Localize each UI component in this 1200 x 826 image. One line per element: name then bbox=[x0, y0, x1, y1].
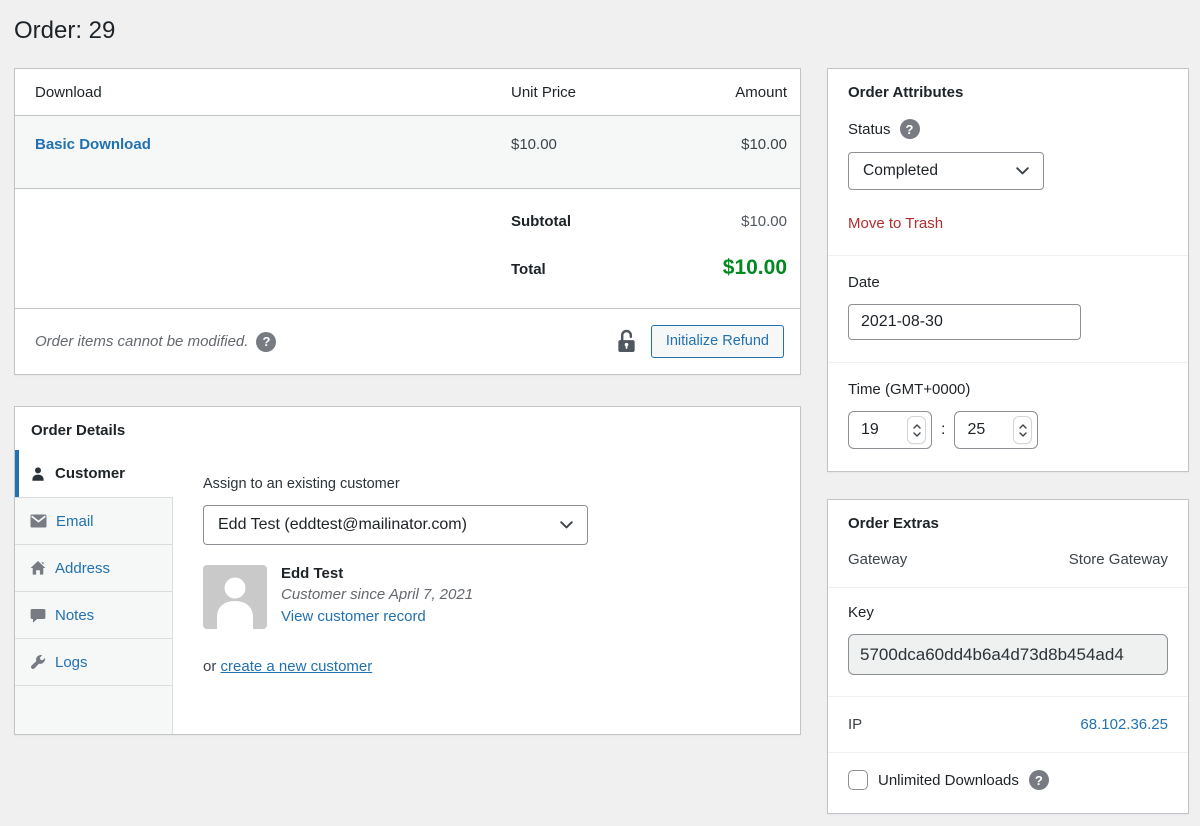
tab-label: Logs bbox=[55, 654, 88, 671]
key-input[interactable] bbox=[848, 634, 1168, 675]
items-table-footer: Order items cannot be modified. ? bbox=[15, 308, 800, 374]
gateway-row: Gateway Store Gateway bbox=[828, 532, 1188, 587]
date-section: Date bbox=[828, 255, 1188, 362]
date-input[interactable] bbox=[848, 304, 1081, 340]
customer-tab-content: Assign to an existing customer Edd Test … bbox=[173, 450, 800, 734]
tab-label: Customer bbox=[55, 465, 125, 482]
customer-card: Edd Test Customer since April 7, 2021 Vi… bbox=[203, 565, 776, 629]
view-customer-record-link[interactable]: View customer record bbox=[281, 608, 426, 625]
unlimited-downloads-label: Unlimited Downloads bbox=[878, 772, 1019, 789]
home-icon bbox=[30, 560, 46, 576]
create-customer-link[interactable]: create a new customer bbox=[221, 658, 373, 675]
order-details-title: Order Details bbox=[15, 407, 800, 450]
status-select[interactable]: Completed bbox=[848, 152, 1044, 190]
modification-help-icon[interactable]: ? bbox=[256, 332, 276, 352]
order-attributes-panel: Order Attributes Status ? Completed bbox=[827, 68, 1189, 472]
item-name-link[interactable]: Basic Download bbox=[35, 136, 151, 153]
ip-row: IP 68.102.36.25 bbox=[828, 696, 1188, 752]
order-edit-page: Order: 29 Download Unit Price Amount Bas… bbox=[0, 0, 1200, 814]
order-items-panel: Download Unit Price Amount Basic Downloa… bbox=[14, 68, 801, 375]
gateway-value: Store Gateway bbox=[1069, 551, 1168, 568]
column-header-download: Download bbox=[35, 84, 511, 101]
total-value: $10.00 bbox=[617, 256, 787, 280]
unlimited-downloads-checkbox[interactable] bbox=[848, 770, 868, 790]
unlock-icon bbox=[615, 328, 638, 355]
unlimited-downloads-help-icon[interactable]: ? bbox=[1029, 770, 1049, 790]
person-icon bbox=[30, 466, 46, 482]
ip-label: IP bbox=[848, 716, 862, 733]
hour-spinner[interactable]: 19 bbox=[848, 411, 932, 449]
time-separator: : bbox=[941, 421, 945, 439]
customer-since: Customer since April 7, 2021 bbox=[281, 586, 473, 603]
unlimited-downloads-row: Unlimited Downloads ? bbox=[828, 752, 1188, 813]
order-item-row: Basic Download $10.00 $10.00 bbox=[15, 115, 800, 189]
status-select-value: Completed bbox=[863, 162, 938, 180]
customer-avatar bbox=[203, 565, 267, 629]
status-section: Status ? Completed Move to Trash bbox=[828, 101, 1188, 255]
create-customer-row: or create a new customer bbox=[203, 658, 776, 675]
wrench-icon bbox=[30, 654, 46, 670]
order-extras-title: Order Extras bbox=[828, 500, 1188, 532]
item-unit-price: $10.00 bbox=[511, 136, 617, 153]
tab-label: Email bbox=[56, 513, 94, 530]
tab-address[interactable]: Address bbox=[15, 544, 172, 591]
customer-select-value: Edd Test (eddtest@mailinator.com) bbox=[218, 516, 467, 534]
key-section: Key bbox=[828, 587, 1188, 696]
total-label: Total bbox=[511, 261, 617, 278]
or-text: or bbox=[203, 658, 221, 675]
order-extras-panel: Order Extras Gateway Store Gateway Key I… bbox=[827, 499, 1189, 814]
time-label: Time (GMT+0000) bbox=[848, 381, 970, 398]
order-details-tabs: Customer Email bbox=[15, 450, 173, 734]
order-totals: Subtotal $10.00 Total $10.00 bbox=[15, 189, 800, 308]
status-help-icon[interactable]: ? bbox=[900, 119, 920, 139]
tab-label: Address bbox=[55, 560, 110, 577]
tabs-filler bbox=[15, 685, 172, 734]
subtotal-value: $10.00 bbox=[617, 213, 787, 230]
envelope-icon bbox=[30, 514, 47, 528]
stepper-arrows-icon[interactable] bbox=[908, 417, 925, 443]
tab-logs[interactable]: Logs bbox=[15, 638, 172, 685]
comment-icon bbox=[30, 608, 46, 623]
move-to-trash-link[interactable]: Move to Trash bbox=[848, 215, 943, 232]
subtotal-label: Subtotal bbox=[511, 213, 617, 230]
chevron-down-icon bbox=[1016, 167, 1029, 175]
tab-label: Notes bbox=[55, 607, 94, 624]
ip-value-link[interactable]: 68.102.36.25 bbox=[1080, 716, 1168, 733]
customer-name: Edd Test bbox=[281, 565, 473, 582]
chevron-down-icon bbox=[560, 521, 573, 529]
hour-value: 19 bbox=[861, 421, 879, 439]
order-attributes-title: Order Attributes bbox=[828, 69, 1188, 101]
items-table-header: Download Unit Price Amount bbox=[15, 69, 800, 115]
assign-customer-label: Assign to an existing customer bbox=[203, 476, 776, 492]
time-section: Time (GMT+0000) 19 : 25 bbox=[828, 362, 1188, 471]
gateway-label: Gateway bbox=[848, 551, 907, 568]
modification-note: Order items cannot be modified. bbox=[35, 333, 248, 350]
page-title: Order: 29 bbox=[14, 17, 1188, 45]
column-header-amount: Amount bbox=[617, 84, 787, 101]
tab-customer[interactable]: Customer bbox=[15, 450, 173, 497]
date-label: Date bbox=[848, 274, 880, 291]
column-header-unit-price: Unit Price bbox=[511, 84, 617, 101]
order-details-panel: Order Details Customer bbox=[14, 406, 801, 735]
minute-value: 25 bbox=[967, 421, 985, 439]
status-label: Status bbox=[848, 121, 891, 138]
item-amount: $10.00 bbox=[617, 136, 787, 153]
tab-notes[interactable]: Notes bbox=[15, 591, 172, 638]
stepper-arrows-icon[interactable] bbox=[1014, 417, 1031, 443]
initialize-refund-button[interactable]: Initialize Refund bbox=[651, 325, 784, 358]
tab-email[interactable]: Email bbox=[15, 497, 172, 544]
customer-select[interactable]: Edd Test (eddtest@mailinator.com) bbox=[203, 505, 588, 545]
minute-spinner[interactable]: 25 bbox=[954, 411, 1038, 449]
key-label: Key bbox=[848, 604, 1168, 621]
